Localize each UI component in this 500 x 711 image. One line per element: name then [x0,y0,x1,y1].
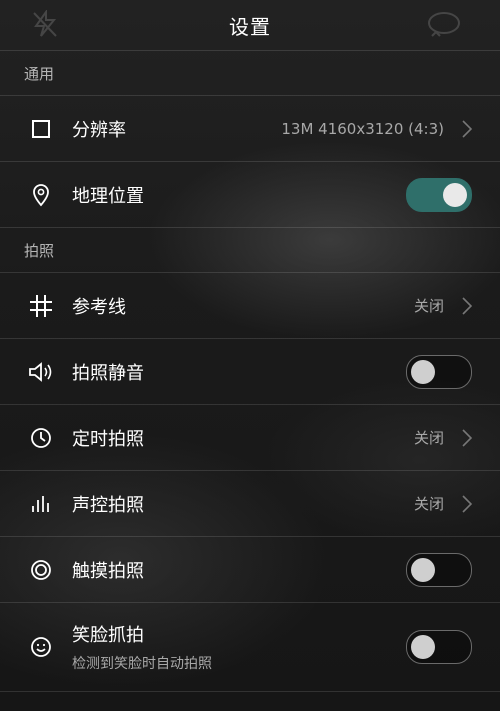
setting-value: 关闭 [413,495,444,513]
setting-voice[interactable]: 声控拍照 关闭 [0,471,500,537]
setting-gridline[interactable]: 参考线 关闭 [0,273,500,339]
flash-off-icon [32,8,58,42]
setting-smile[interactable]: 笑脸抓拍 检测到笑脸时自动拍照 [0,603,500,692]
setting-value: 关闭 [413,429,444,447]
top-bar: 设置 [0,0,500,51]
setting-label: 定时拍照 [72,428,144,450]
setting-location[interactable]: 地理位置 [0,162,500,228]
location-toggle[interactable] [406,177,472,212]
switch-camera-icon [426,10,462,42]
target-icon [28,557,54,583]
toggle-knob [443,182,467,207]
chevron-right-icon [462,296,472,315]
page-title: 设置 [229,14,271,39]
square-icon [28,116,54,142]
speaker-icon [28,359,54,385]
setting-label: 参考线 [72,296,126,318]
touch-toggle[interactable] [406,552,472,587]
setting-value: 关闭 [413,297,444,315]
chevron-right-icon [462,119,472,138]
toggle-knob [411,557,435,582]
mute-toggle[interactable] [406,354,472,389]
grid-icon [28,293,54,319]
setting-label: 分辨率 [72,119,126,141]
setting-label: 拍照静音 [72,362,144,384]
settings-screen: 设置 通用 分辨率 13M 4160x3120 (4:3) 地理位置 拍照 参考… [0,0,500,711]
section-general: 通用 [0,51,500,96]
setting-label: 声控拍照 [72,494,144,516]
setting-timer[interactable]: 定时拍照 关闭 [0,405,500,471]
setting-description: 检测到笑脸时自动拍照 [72,656,212,672]
smile-icon [28,634,54,660]
chevron-right-icon [462,428,472,447]
setting-mute[interactable]: 拍照静音 [0,339,500,405]
toggle-knob [411,359,435,384]
smile-toggle[interactable] [406,630,472,664]
section-photo: 拍照 [0,228,500,273]
chevron-right-icon [462,494,472,513]
setting-resolution[interactable]: 分辨率 13M 4160x3120 (4:3) [0,96,500,162]
setting-touch[interactable]: 触摸拍照 [0,537,500,603]
clock-icon [28,425,54,451]
setting-label: 地理位置 [72,185,144,207]
equalizer-icon [28,491,54,517]
setting-value: 13M 4160x3120 (4:3) [281,119,444,138]
setting-label: 触摸拍照 [72,560,144,582]
location-pin-icon [28,182,54,208]
toggle-knob [411,635,435,659]
setting-label: 笑脸抓拍 [72,625,144,646]
